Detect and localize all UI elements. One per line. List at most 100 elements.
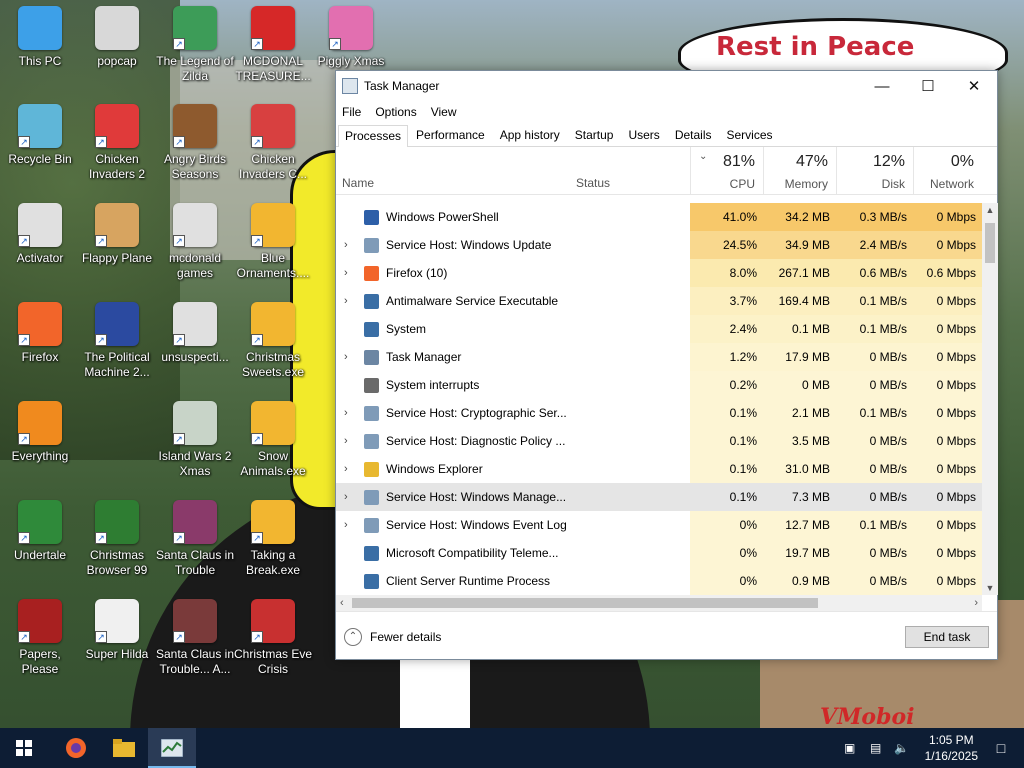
start-button[interactable]: [0, 728, 48, 768]
desktop-icon[interactable]: ↗ The Legend of Zilda: [155, 6, 235, 84]
desktop-icon[interactable]: ↗ Activator: [0, 203, 80, 266]
process-row[interactable]: › Windows Explorer 0.1% 31.0 MB 0 MB/s 0 Mbps: [336, 455, 982, 483]
scroll-up-icon[interactable]: ▲: [982, 205, 998, 215]
taskbar-task-manager[interactable]: [148, 728, 196, 768]
desktop-icon[interactable]: ↗ Undertale: [0, 500, 80, 563]
process-row[interactable]: › Service Host: Windows Update 24.5% 34.9 M…: [336, 231, 982, 259]
column-status[interactable]: Status: [576, 176, 610, 190]
expand-chevron-icon[interactable]: ›: [344, 491, 348, 503]
end-task-button[interactable]: End task: [905, 626, 989, 648]
process-row[interactable]: Microsoft Compatibility Teleme... 0% 19.7 …: [336, 539, 982, 567]
menu-view[interactable]: View: [431, 105, 457, 119]
desktop-icon[interactable]: ↗ Super Hilda: [77, 599, 157, 662]
taskbar: ▣ ▤ 🔈 1:05 PM 1/16/2025 □: [0, 728, 1024, 768]
maximize-icon[interactable]: ☐: [905, 71, 951, 101]
process-row[interactable]: System 2.4% 0.1 MB 0.1 MB/s 0 Mbps: [336, 315, 982, 343]
process-row[interactable]: › Antimalware Service Executable 3.7% 169.4…: [336, 287, 982, 315]
desktop-icon[interactable]: ↗ Everything: [0, 401, 80, 464]
desktop-icon[interactable]: ↗ mcdonald games: [155, 203, 235, 281]
desktop-icon[interactable]: ↗ Chicken Invaders 2: [77, 104, 157, 182]
process-cpu: 3.7%: [690, 287, 763, 315]
scroll-right-icon[interactable]: ›: [974, 595, 978, 611]
desktop-icon[interactable]: ↗ Christmas Browser 99: [77, 500, 157, 578]
desktop-icon[interactable]: ↗ Recycle Bin: [0, 104, 80, 167]
column-cpu[interactable]: ⌄ 81% CPU: [690, 147, 763, 195]
desktop-icon[interactable]: ↗ Santa Claus in Trouble: [155, 500, 235, 578]
horizontal-scroll-thumb[interactable]: [352, 598, 818, 608]
shortcut-arrow-icon: ↗: [95, 136, 107, 148]
process-row[interactable]: › Firefox (10) 8.0% 267.1 MB 0.6 MB/s 0.6 Mbp…: [336, 259, 982, 287]
expand-chevron-icon[interactable]: ›: [344, 407, 348, 419]
desktop-icon[interactable]: ↗ Papers, Please: [0, 599, 80, 677]
desktop-icon[interactable]: ↗ Piggly Xmas: [311, 6, 391, 69]
process-row[interactable]: › Service Host: Diagnostic Policy ... 0.1%…: [336, 427, 982, 455]
taskbar-firefox[interactable]: [52, 728, 100, 768]
scroll-left-icon[interactable]: ‹: [340, 595, 344, 611]
desktop-icon[interactable]: ↗ Angry Birds Seasons: [155, 104, 235, 182]
process-row[interactable]: › Service Host: Windows Event Log 0% 12.7 M…: [336, 511, 982, 539]
desktop-icon[interactable]: This PC: [0, 6, 80, 69]
tray-app-icon[interactable]: ▣: [841, 741, 859, 755]
title-bar[interactable]: Task Manager — ☐ ✕: [336, 71, 997, 101]
desktop-icon[interactable]: popcap: [77, 6, 157, 69]
process-network: 0 Mbps: [913, 399, 982, 427]
notifications-icon[interactable]: □: [992, 741, 1010, 755]
tab-services[interactable]: Services: [720, 124, 780, 146]
desktop-icon[interactable]: ↗ Island Wars 2 Xmas: [155, 401, 235, 479]
tab-app-history[interactable]: App history: [493, 124, 567, 146]
desktop-icon-label: Snow Animals.exe: [240, 449, 306, 478]
wallpaper-signature: VMoboi: [820, 704, 915, 728]
process-row[interactable]: System interrupts 0.2% 0 MB 0 MB/s 0 Mbps: [336, 371, 982, 399]
network-icon[interactable]: ▤: [867, 741, 885, 755]
fewer-details-button[interactable]: ⌃ Fewer details: [344, 628, 441, 646]
desktop-icon[interactable]: ↗ Snow Animals.exe: [233, 401, 313, 479]
expand-chevron-icon[interactable]: ›: [344, 463, 348, 475]
desktop-icon[interactable]: ↗ Christmas Eve Crisis: [233, 599, 313, 677]
expand-chevron-icon[interactable]: ›: [344, 351, 348, 363]
clock[interactable]: 1:05 PM 1/16/2025: [925, 732, 978, 764]
desktop-icon[interactable]: ↗ The Political Machine 2...: [77, 302, 157, 380]
desktop-icon[interactable]: ↗ Christmas Sweets.exe: [233, 302, 313, 380]
column-disk[interactable]: 12% Disk: [836, 147, 913, 195]
close-icon[interactable]: ✕: [951, 71, 997, 101]
desktop-icon[interactable]: ↗ Blue Ornaments....: [233, 203, 313, 281]
expand-chevron-icon[interactable]: ›: [344, 435, 348, 447]
desktop-icon[interactable]: ↗ Flappy Plane: [77, 203, 157, 266]
process-row[interactable]: Client Server Runtime Process 0% 0.9 MB 0 M…: [336, 567, 982, 595]
menu-options[interactable]: Options: [375, 105, 416, 119]
process-row[interactable]: › Task Manager 1.2% 17.9 MB 0 MB/s 0 Mbps: [336, 343, 982, 371]
shortcut-arrow-icon: ↗: [251, 334, 263, 346]
menu-file[interactable]: File: [342, 105, 361, 119]
process-row[interactable]: › Service Host: Windows Manage... 0.1% 7.3 …: [336, 483, 982, 511]
desktop-icon[interactable]: ↗ Chicken Invaders C...: [233, 104, 313, 182]
minimize-icon[interactable]: —: [859, 71, 905, 101]
desktop-icon[interactable]: ↗ Firefox: [0, 302, 80, 365]
process-row[interactable]: › Service Host: Cryptographic Ser... 0.1% 2…: [336, 399, 982, 427]
expand-chevron-icon[interactable]: ›: [344, 295, 348, 307]
desktop-icon-label: Angry Birds Seasons: [163, 152, 227, 181]
tab-details[interactable]: Details: [668, 124, 719, 146]
process-row[interactable]: Windows PowerShell 41.0% 34.2 MB 0.3 MB/s 0 …: [336, 203, 982, 231]
desktop-icon[interactable]: ↗ Santa Claus in Trouble... A...: [155, 599, 235, 677]
tab-startup[interactable]: Startup: [568, 124, 621, 146]
taskbar-file-explorer[interactable]: [100, 728, 148, 768]
column-name[interactable]: Name: [342, 176, 374, 190]
tab-users[interactable]: Users: [621, 124, 666, 146]
desktop-icon[interactable]: ↗ Taking a Break.exe: [233, 500, 313, 578]
column-network[interactable]: 0% Network: [913, 147, 982, 195]
expand-chevron-icon[interactable]: ›: [344, 519, 348, 531]
column-memory[interactable]: 47% Memory: [763, 147, 836, 195]
expand-chevron-icon[interactable]: ›: [344, 239, 348, 251]
horizontal-scrollbar[interactable]: ‹ ›: [336, 595, 982, 611]
vertical-scrollbar[interactable]: ▲ ▼: [982, 203, 998, 595]
tab-performance[interactable]: Performance: [409, 124, 492, 146]
desktop-icon[interactable]: ↗ unsuspecti...: [155, 302, 235, 365]
desktop-icon[interactable]: ↗ MCDONAL TREASURE...: [233, 6, 313, 84]
expand-chevron-icon[interactable]: ›: [344, 267, 348, 279]
volume-icon[interactable]: 🔈: [893, 741, 911, 755]
shortcut-arrow-icon: ↗: [18, 433, 30, 445]
process-name: Service Host: Windows Manage...: [386, 490, 566, 504]
vertical-scroll-thumb[interactable]: [985, 223, 995, 263]
tab-processes[interactable]: Processes: [338, 125, 409, 147]
scroll-down-icon[interactable]: ▼: [982, 583, 998, 593]
